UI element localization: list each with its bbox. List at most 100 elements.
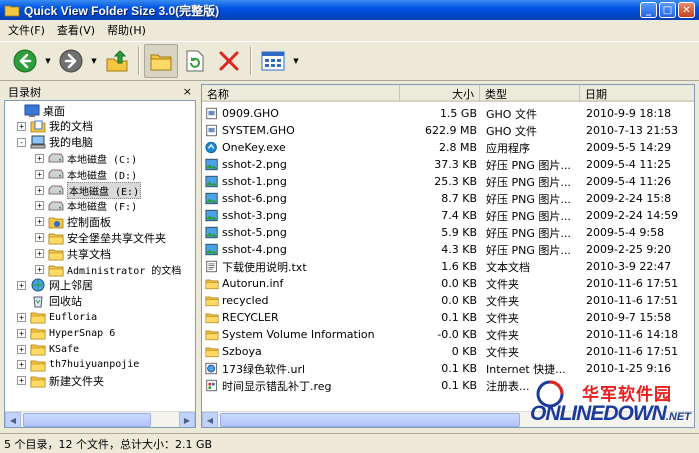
- table-row[interactable]: 0909.GHO 1.5 GB GHO 文件 2010-9-9 18:18: [202, 105, 694, 122]
- scroll-left-button[interactable]: ◀: [5, 412, 21, 427]
- exe-icon: [205, 141, 219, 154]
- maximize-button[interactable]: □: [659, 2, 676, 18]
- tree-item-label: HyperSnap 6: [49, 327, 116, 339]
- tree-item[interactable]: + 新建文件夹: [17, 373, 104, 388]
- file-list[interactable]: 名称 大小 类型 日期 0909.GHO 1.5 GB GHO 文件 2010-9-9…: [201, 84, 695, 428]
- tree-item-label: 新建文件夹: [49, 374, 104, 388]
- tree-item-label: 本地磁盘 (D:): [67, 170, 138, 182]
- control-panel-icon: [48, 215, 64, 229]
- file-name: Autorun.inf: [222, 277, 284, 290]
- expand-icon[interactable]: +: [35, 185, 44, 195]
- view-button[interactable]: [256, 44, 290, 78]
- forward-dropdown[interactable]: ▼: [88, 44, 100, 78]
- close-button[interactable]: ✕: [678, 2, 695, 18]
- menu-view[interactable]: 查看(V): [51, 22, 101, 38]
- tree-item[interactable]: + 本地磁盘 (E:): [35, 181, 142, 199]
- drive-icon: [48, 183, 64, 197]
- tree-item[interactable]: + KSafe: [17, 342, 79, 357]
- folder-icon: [48, 231, 64, 245]
- back-button[interactable]: [8, 44, 42, 78]
- name-cell: sshot-3.png: [202, 209, 400, 222]
- column-type[interactable]: 类型: [480, 85, 580, 102]
- tree-item[interactable]: - 我的电脑: [17, 135, 93, 150]
- table-row[interactable]: SYSTEM.GHO 622.9 MB GHO 文件 2010-7-13 21:53: [202, 122, 694, 139]
- view-dropdown[interactable]: ▼: [290, 44, 302, 78]
- expand-icon[interactable]: +: [17, 344, 26, 354]
- table-row[interactable]: System Volume Information -0.0 KB 文件夹 2010-…: [202, 326, 694, 343]
- refresh-button[interactable]: [178, 44, 212, 78]
- tree-header-label: 目录树: [8, 85, 41, 99]
- minimize-button[interactable]: _: [640, 2, 657, 18]
- drive-icon: [48, 167, 64, 181]
- table-row[interactable]: recycled 0.0 KB 文件夹 2010-11-6 17:51: [202, 292, 694, 309]
- tree-item[interactable]: 桌面: [24, 103, 65, 118]
- folder-icon: [48, 263, 64, 277]
- expand-icon[interactable]: +: [35, 217, 44, 227]
- table-row[interactable]: OneKey.exe 2.8 MB 应用程序 2009-5-5 14:29: [202, 139, 694, 156]
- expand-icon[interactable]: +: [35, 169, 44, 179]
- expand-icon[interactable]: +: [17, 312, 26, 322]
- expand-icon[interactable]: +: [17, 280, 26, 290]
- expand-icon[interactable]: +: [17, 376, 26, 386]
- file-size: 622.9 MB: [424, 124, 477, 137]
- table-row[interactable]: sshot-3.png 7.4 KB 好压 PNG 图片... 2009-2-24 1…: [202, 207, 694, 224]
- table-row[interactable]: sshot-6.png 8.7 KB 好压 PNG 图片... 2009-2-24 1…: [202, 190, 694, 207]
- tree-horizontal-scrollbar[interactable]: ◀ ▶: [5, 411, 195, 427]
- table-row[interactable]: sshot-4.png 4.3 KB 好压 PNG 图片... 2009-2-25 9…: [202, 241, 694, 258]
- scroll-left-button[interactable]: ◀: [202, 412, 218, 427]
- delete-button[interactable]: [212, 44, 246, 78]
- tree-item[interactable]: + Administrator 的文档: [35, 262, 181, 277]
- tree-item[interactable]: 回收站: [30, 294, 82, 309]
- scrollbar-thumb[interactable]: [220, 413, 520, 427]
- tree-close-button[interactable]: ×: [183, 85, 192, 98]
- tree-item[interactable]: + 本地磁盘 (D:): [35, 167, 137, 182]
- menu-file[interactable]: 文件(F): [2, 22, 51, 38]
- menu-help[interactable]: 帮助(H): [101, 22, 152, 38]
- table-row[interactable]: sshot-2.png 37.3 KB 好压 PNG 图片... 2009-5-4 1…: [202, 156, 694, 173]
- expand-icon[interactable]: +: [17, 121, 26, 131]
- expand-icon[interactable]: +: [35, 153, 44, 163]
- tree-item[interactable]: + Eufloria: [17, 310, 97, 325]
- table-row[interactable]: 下载使用说明.txt 1.6 KB 文本文档 2010-3-9 22:47: [202, 258, 694, 275]
- directory-tree[interactable]: 桌面 + 我的文档 - 我的电脑 + 本地磁盘 (C:) + 本地磁盘 (D:) + 本地磁盘 (E…: [4, 100, 196, 428]
- table-row[interactable]: RECYCLER 0.1 KB 文件夹 2010-9-7 15:58: [202, 309, 694, 326]
- tree-item[interactable]: + 安全堡垒共享文件夹: [35, 230, 166, 245]
- image-icon: [205, 192, 219, 205]
- back-dropdown[interactable]: ▼: [42, 44, 54, 78]
- folder-icon: [30, 310, 46, 324]
- scrollbar-thumb[interactable]: [23, 413, 151, 427]
- table-row[interactable]: sshot-1.png 25.3 KB 好压 PNG 图片... 2009-5-4 1…: [202, 173, 694, 190]
- table-row[interactable]: Autorun.inf 0.0 KB 文件夹 2010-11-6 17:51: [202, 275, 694, 292]
- expand-icon[interactable]: +: [35, 249, 44, 259]
- column-date[interactable]: 日期: [580, 85, 694, 102]
- expand-icon[interactable]: +: [17, 328, 26, 338]
- tree-item[interactable]: + 本地磁盘 (C:): [35, 151, 137, 166]
- expand-icon[interactable]: +: [35, 265, 44, 274]
- table-row[interactable]: Szboya 0 KB 文件夹 2010-11-6 17:51: [202, 343, 694, 360]
- table-row[interactable]: 173绿色软件.url 0.1 KB Internet 快捷... 2010-1-25…: [202, 360, 694, 377]
- expand-icon[interactable]: +: [35, 233, 44, 243]
- tree-item[interactable]: + 我的文档: [17, 119, 93, 134]
- file-type: 应用程序: [486, 141, 530, 155]
- tree-item[interactable]: + th7huiyuanpojie: [17, 357, 139, 372]
- forward-button[interactable]: [54, 44, 88, 78]
- scroll-right-button[interactable]: ▶: [179, 412, 195, 427]
- tree-item[interactable]: + HyperSnap 6: [17, 326, 115, 341]
- title-bar[interactable]: Quick View Folder Size 3.0(完整版) _ □ ✕: [0, 0, 699, 20]
- collapse-icon[interactable]: -: [17, 137, 26, 147]
- expand-icon[interactable]: +: [17, 360, 26, 370]
- up-folder-button[interactable]: [100, 44, 134, 78]
- tree-item[interactable]: + 共享文档: [35, 246, 111, 261]
- table-row[interactable]: sshot-5.png 5.9 KB 好压 PNG 图片... 2009-5-4 9:…: [202, 224, 694, 241]
- file-date: 2010-11-6 17:51: [586, 294, 679, 307]
- expand-icon[interactable]: +: [35, 201, 44, 211]
- folders-button[interactable]: [144, 44, 178, 78]
- column-size[interactable]: 大小: [400, 85, 480, 102]
- tree-item[interactable]: + 网上邻居: [17, 278, 93, 293]
- file-type: 文件夹: [486, 311, 519, 325]
- column-name[interactable]: 名称: [202, 85, 400, 102]
- tree-item[interactable]: + 控制面板: [35, 214, 111, 229]
- file-type: 文件夹: [486, 345, 519, 359]
- documents-icon: [30, 119, 46, 133]
- tree-item[interactable]: + 本地磁盘 (F:): [35, 198, 137, 213]
